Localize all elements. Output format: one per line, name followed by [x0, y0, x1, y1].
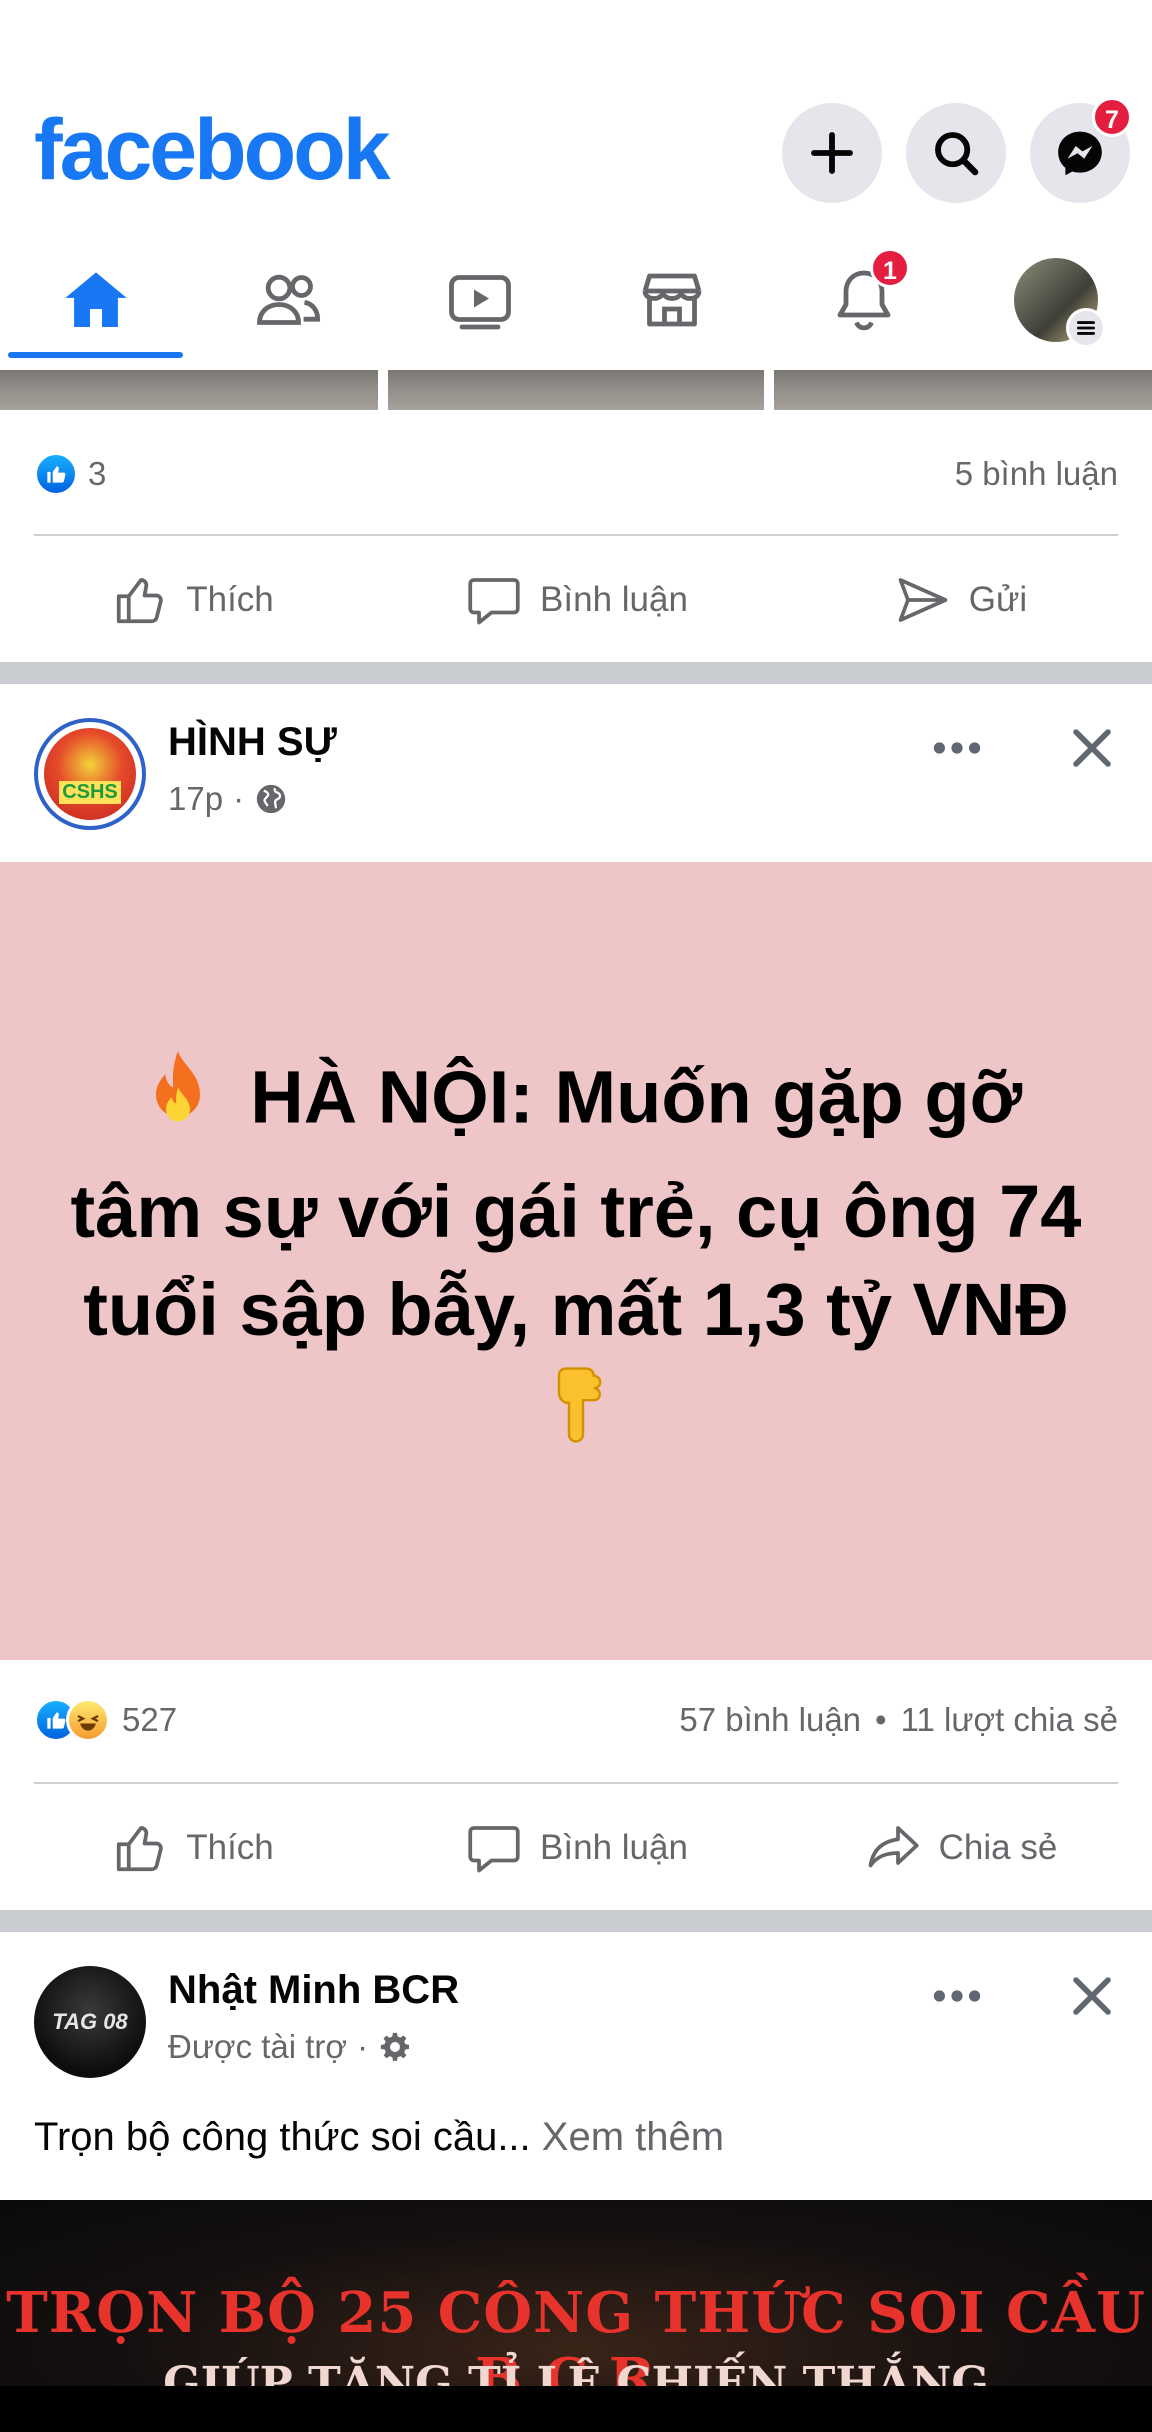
post1-reaction-summary[interactable]: 3 5 bình luận [34, 444, 1118, 504]
facebook-logo[interactable]: facebook [34, 100, 391, 200]
like-button[interactable]: Thích [0, 1793, 384, 1903]
post1-reactions-count: 3 [88, 455, 107, 492]
friends-icon [257, 274, 321, 325]
like-reaction-icon [34, 452, 78, 496]
search-icon [935, 132, 979, 176]
feed-separator [0, 1910, 1152, 1932]
fire-icon [130, 1043, 230, 1163]
post2-shares-count[interactable]: 11 lượt chia sẻ [901, 1701, 1118, 1739]
top-header: facebook 7 1 [0, 0, 1152, 370]
tab-marketplace[interactable] [576, 240, 768, 360]
active-tab-indicator [8, 352, 183, 358]
watch-icon [449, 275, 511, 330]
close-icon [1073, 1977, 1111, 2015]
home-icon [65, 272, 127, 327]
thumbs-up-icon [117, 578, 163, 624]
haha-reaction-icon [66, 1698, 110, 1742]
comment-icon [468, 578, 520, 625]
messenger-icon [1058, 131, 1102, 176]
avatar-badge-text: CSHS [59, 781, 121, 804]
avatar-logo-text: TAG 08 [52, 2009, 128, 2034]
post3-ad-image[interactable]: TRỌN BỘ 25 CÔNG THỨC SOI CẦU B.C.R. GIÚP… [0, 2200, 1152, 2386]
share-icon [868, 1826, 919, 1868]
send-button[interactable]: Gửi [768, 545, 1152, 655]
comment-icon [468, 1826, 520, 1873]
post1-action-bar: Thích Bình luận Gửi [0, 545, 1152, 655]
share-button[interactable]: Chia sẻ [768, 1793, 1152, 1903]
messenger-badge: 7 [1092, 97, 1132, 137]
create-button[interactable] [782, 103, 882, 203]
pointing-down-icon [525, 1359, 627, 1479]
tab-friends[interactable] [192, 240, 384, 360]
thumbs-up-icon [117, 1826, 163, 1872]
post2-meta: 17p · [168, 780, 288, 818]
like-label: Thích [186, 580, 274, 619]
post2-author-avatar[interactable]: CSHS [34, 718, 146, 830]
more-dots-icon [933, 1990, 981, 2002]
see-more-link[interactable]: Xem thêm [542, 2115, 724, 2159]
like-label: Thích [186, 1828, 274, 1867]
system-bottom-bar [0, 2386, 1152, 2432]
globe-icon [256, 784, 286, 814]
meta-separator: · [357, 2028, 369, 2065]
post2-reactions-count: 527 [122, 1701, 178, 1738]
notifications-badge: 1 [870, 248, 910, 288]
divider [34, 534, 1118, 536]
post2-hide-button[interactable] [1062, 718, 1122, 778]
ad-subtitle: GIÚP TĂNG TỈ LỆ CHIẾN THẮNG [163, 2358, 989, 2386]
more-dots-icon [933, 742, 981, 754]
send-label: Gửi [968, 580, 1028, 619]
menu-icon [1066, 308, 1106, 348]
post3-caption-text: Trọn bộ công thức soi cầu... [34, 2115, 531, 2159]
comment-button[interactable]: Bình luận [384, 1793, 768, 1903]
divider [34, 1782, 1118, 1784]
marketplace-icon [642, 273, 702, 327]
tab-home[interactable] [0, 240, 192, 360]
post3-author-avatar[interactable]: TAG 08 [34, 1966, 146, 2078]
post3-hide-button[interactable] [1062, 1966, 1122, 2026]
police-badge-icon: CSHS [44, 728, 136, 820]
plus-icon [811, 132, 853, 174]
main-tab-bar: 1 [0, 240, 1152, 360]
feed-separator [0, 662, 1152, 684]
share-label: Chia sẻ [938, 1828, 1058, 1867]
tab-notifications[interactable]: 1 [768, 240, 960, 360]
post2-header: CSHS HÌNH SỰ 17p · [0, 690, 1152, 860]
post3-header: TAG 08 Nhật Minh BCR Được tài trợ · [0, 1938, 1152, 2108]
post1-comments-count[interactable]: 5 bình luận [955, 455, 1118, 493]
post2-reaction-summary[interactable]: 527 57 bình luận • 11 lượt chia sẻ [34, 1690, 1118, 1750]
sponsored-label[interactable]: Được tài trợ [168, 2028, 347, 2066]
post2-headline-block: HÀ NỘI: Muốn gặp gỡ tâm sự với gái trẻ, … [66, 1043, 1086, 1479]
post2-author-name[interactable]: HÌNH SỰ [168, 720, 337, 765]
post2-timestamp[interactable]: 17p [168, 780, 223, 818]
search-button[interactable] [906, 103, 1006, 203]
send-icon [898, 578, 948, 622]
post3-author-name[interactable]: Nhật Minh BCR [168, 1968, 459, 2013]
close-icon [1073, 729, 1111, 767]
comment-button[interactable]: Bình luận [384, 545, 768, 655]
meta-separator: · [233, 780, 245, 817]
comment-label: Bình luận [540, 1828, 688, 1867]
post3-caption: Trọn bộ công thức soi cầu... Xem thêm [34, 2115, 724, 2160]
post2-comments-count[interactable]: 57 bình luận [679, 1701, 861, 1739]
post3-more-button[interactable] [922, 1966, 992, 2026]
post2-more-button[interactable] [922, 718, 992, 778]
like-button[interactable]: Thích [0, 545, 384, 655]
post3-meta: Được tài trợ · [168, 2028, 412, 2066]
tab-watch[interactable] [384, 240, 576, 360]
profile-avatar [1014, 258, 1106, 348]
messenger-button[interactable]: 7 [1030, 97, 1132, 203]
gear-icon [380, 2032, 410, 2061]
post2-text-background[interactable]: HÀ NỘI: Muốn gặp gỡ tâm sự với gái trẻ, … [0, 862, 1152, 1660]
post2-action-bar: Thích Bình luận Chia sẻ [0, 1793, 1152, 1903]
stat-separator: • [875, 1701, 887, 1738]
comment-label: Bình luận [540, 580, 688, 619]
tab-menu[interactable] [960, 240, 1152, 360]
